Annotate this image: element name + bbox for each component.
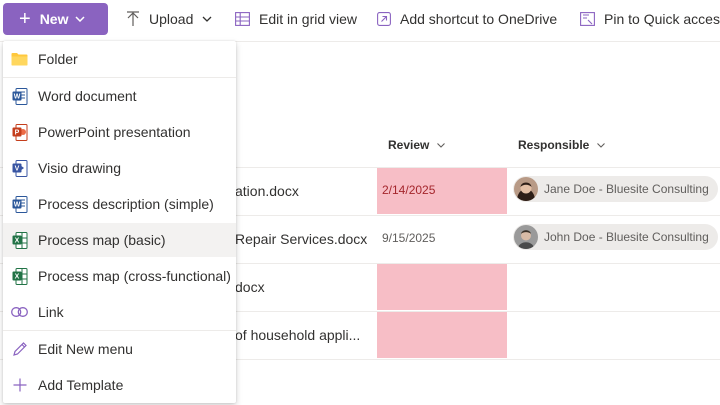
menu-item-folder[interactable]: Folder xyxy=(3,42,236,76)
menu-item-label: Add Template xyxy=(38,377,124,393)
file-name[interactable]: ation.docx xyxy=(235,183,299,199)
edit-grid-view-button[interactable]: Edit in grid view xyxy=(235,0,357,38)
review-cell: 2/14/2025 xyxy=(377,168,507,214)
person-name: John Doe - Bluesite Consulting xyxy=(544,230,709,244)
pin-quick-access-label: Pin to Quick access xyxy=(604,11,720,27)
excel-icon: X xyxy=(11,231,28,249)
command-bar: + New Upload Edit in grid view Add short… xyxy=(0,0,720,38)
svg-text:V: V xyxy=(14,165,19,172)
menu-item-label: PowerPoint presentation xyxy=(38,124,191,140)
column-header-responsible-label: Responsible xyxy=(518,138,590,152)
menu-item-label: Folder xyxy=(38,51,78,67)
menu-item-word-document[interactable]: W Word document xyxy=(3,79,236,113)
menu-divider xyxy=(3,77,236,78)
pin-quick-access-button[interactable]: Pin to Quick access xyxy=(580,0,720,38)
visio-icon: V xyxy=(11,159,28,177)
menu-item-add-template[interactable]: Add Template xyxy=(3,368,236,402)
menu-item-label: Edit New menu xyxy=(38,341,133,357)
menu-item-visio-drawing[interactable]: V Visio drawing xyxy=(3,151,236,185)
file-name[interactable]: Repair Services.docx xyxy=(235,231,367,247)
menu-item-edit-new-menu[interactable]: Edit New menu xyxy=(3,332,236,366)
menu-item-powerpoint-presentation[interactable]: P PowerPoint presentation xyxy=(3,115,236,149)
svg-text:X: X xyxy=(14,273,19,280)
menu-item-process-map-cross-functional[interactable]: X Process map (cross-functional) xyxy=(3,259,236,293)
menu-item-label: Process description (simple) xyxy=(38,196,214,212)
file-name[interactable]: of household appli... xyxy=(235,327,360,343)
powerpoint-icon: P xyxy=(11,123,28,141)
plus-icon: + xyxy=(19,8,31,30)
chevron-down-icon xyxy=(75,16,86,22)
new-button[interactable]: + New xyxy=(3,3,108,35)
review-cell: 9/15/2025 xyxy=(377,216,507,262)
review-cell xyxy=(377,264,507,310)
menu-divider xyxy=(3,330,236,331)
column-header-review-label: Review xyxy=(388,138,430,152)
person-name: Jane Doe - Bluesite Consulting xyxy=(544,182,709,196)
avatar xyxy=(514,177,538,201)
person-pill[interactable]: Jane Doe - Bluesite Consulting xyxy=(513,176,718,202)
column-header-responsible[interactable]: Responsible xyxy=(518,132,606,158)
review-date: 9/15/2025 xyxy=(382,231,436,245)
menu-item-label: Visio drawing xyxy=(38,160,122,176)
upload-label: Upload xyxy=(149,11,194,27)
add-shortcut-button[interactable]: Add shortcut to OneDrive xyxy=(377,0,557,38)
new-menu: Folder W Word document P PowerPoint pres… xyxy=(3,41,236,403)
word-icon: W xyxy=(11,87,28,105)
menu-item-link[interactable]: Link xyxy=(3,295,236,329)
menu-item-process-map-basic[interactable]: X Process map (basic) xyxy=(3,223,236,257)
review-cell xyxy=(377,312,507,358)
upload-button[interactable]: Upload xyxy=(126,0,212,38)
add-shortcut-label: Add shortcut to OneDrive xyxy=(400,11,558,27)
upload-icon xyxy=(126,11,140,27)
review-date: 2/14/2025 xyxy=(382,183,436,197)
pencil-icon xyxy=(11,341,28,358)
menu-item-label: Word document xyxy=(38,88,137,104)
person-pill[interactable]: John Doe - Bluesite Consulting xyxy=(513,224,718,250)
excel-icon: X xyxy=(11,267,28,285)
shortcut-icon xyxy=(377,12,391,26)
file-name[interactable]: docx xyxy=(235,279,265,295)
svg-text:W: W xyxy=(13,201,20,208)
avatar xyxy=(514,225,538,249)
pin-icon xyxy=(580,12,595,26)
edit-grid-view-label: Edit in grid view xyxy=(259,11,358,27)
plus-icon xyxy=(11,377,28,394)
chevron-down-icon xyxy=(597,142,606,148)
svg-text:X: X xyxy=(14,237,19,244)
menu-item-process-description[interactable]: W Process description (simple) xyxy=(3,187,236,221)
chevron-down-icon xyxy=(202,16,212,22)
link-icon xyxy=(11,304,28,321)
menu-item-label: Link xyxy=(38,304,64,320)
folder-icon xyxy=(11,51,28,68)
word-icon: W xyxy=(11,195,28,213)
menu-item-label: Process map (basic) xyxy=(38,232,166,248)
grid-icon xyxy=(235,12,250,26)
svg-text:W: W xyxy=(13,93,20,100)
new-button-label: New xyxy=(39,11,69,27)
menu-item-label: Process map (cross-functional) xyxy=(38,268,231,284)
chevron-down-icon xyxy=(437,142,446,148)
svg-text:P: P xyxy=(14,129,19,136)
column-header-review[interactable]: Review xyxy=(388,132,446,158)
